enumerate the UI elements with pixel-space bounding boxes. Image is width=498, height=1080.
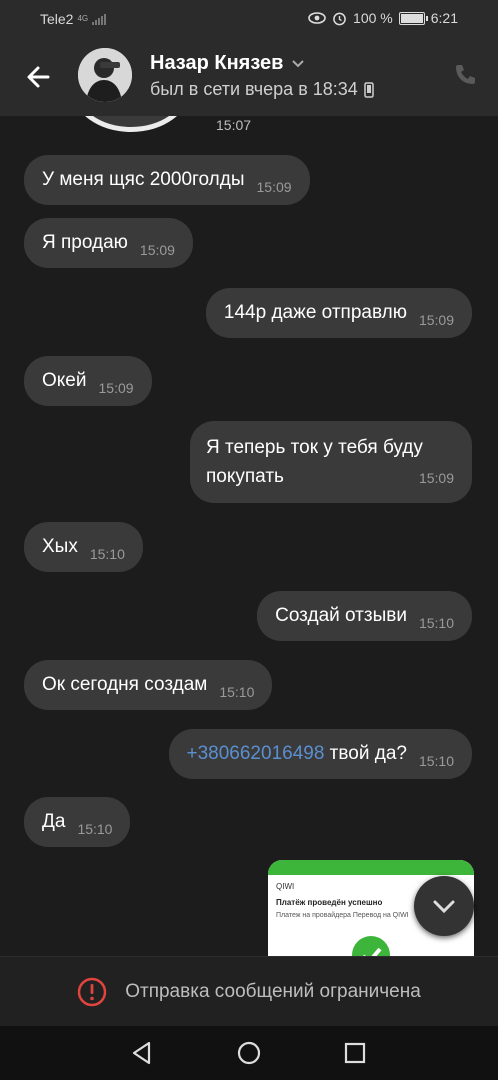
- preview-title: Платёж проведён успешно: [276, 898, 383, 907]
- message-time: 15:09: [98, 380, 134, 396]
- message-text: Создай отзыви: [275, 605, 407, 626]
- mobile-icon: [364, 81, 374, 98]
- battery-icon: [398, 11, 428, 25]
- scroll-down-button[interactable]: [414, 876, 474, 936]
- check-icon: [352, 936, 390, 956]
- message-text: Хых: [42, 536, 78, 557]
- system-nav-bar: [0, 1026, 498, 1080]
- message-time: 15:10: [418, 615, 454, 631]
- battery-percent: 100 %: [353, 10, 393, 26]
- signal-icon: [92, 13, 107, 25]
- preview-header-bar: [268, 860, 474, 875]
- preview-subtitle: Платеж на провайдера Перевод на QIWI: [276, 912, 409, 919]
- message-list[interactable]: 15:07 У меня щяс 2000голды 15:09 Я прода…: [0, 116, 498, 956]
- message-bubble-out[interactable]: Я теперь ток у тебя буду покупать 15:09: [190, 421, 472, 503]
- message-time: 15:09: [256, 179, 292, 195]
- sticker-image[interactable]: [72, 116, 190, 132]
- message-time: 15:10: [418, 753, 454, 769]
- status-right: 100 % 6:21: [308, 10, 458, 26]
- clock: 6:21: [430, 10, 458, 26]
- chevron-down-icon: [433, 900, 455, 914]
- nav-home-icon[interactable]: [235, 1039, 263, 1067]
- phone-icon[interactable]: [452, 62, 478, 88]
- status-bar: Tele2 4G 100 % 6:21: [0, 0, 498, 36]
- last-seen-row: был в сети вчера в 18:34: [150, 79, 374, 100]
- nav-back-icon[interactable]: [128, 1039, 156, 1067]
- message-text: У меня щяс 2000голды: [42, 169, 245, 190]
- message-bubble-in[interactable]: Ок сегодня создам 15:10: [24, 660, 273, 710]
- chat-header: Назар Князев был в сети вчера в 18:34: [0, 36, 498, 116]
- message-text: 144р даже отправлю: [223, 302, 407, 323]
- message-time: 15:09: [418, 470, 454, 486]
- chevron-down-icon[interactable]: [291, 59, 305, 69]
- message-bubble-in[interactable]: Хых 15:10: [24, 522, 143, 572]
- alarm-icon: [333, 12, 346, 25]
- message-text: Да: [42, 811, 66, 832]
- message-bubble-out[interactable]: Создай отзыви 15:10: [257, 591, 472, 641]
- preview-logo: QIWI: [276, 882, 295, 891]
- message-text: твой да?: [324, 743, 407, 764]
- message-text: Окей: [42, 370, 87, 391]
- contact-name[interactable]: Назар Князев: [150, 52, 283, 75]
- back-arrow-icon[interactable]: [22, 60, 56, 94]
- sticker-time: 15:07: [216, 117, 252, 133]
- network-type: 4G: [77, 14, 89, 23]
- message-bubble-out[interactable]: 144р даже отправлю 15:09: [205, 288, 472, 338]
- warning-icon: [77, 977, 107, 1006]
- messaging-restricted-bar: Отправка сообщений ограничена: [0, 956, 498, 1026]
- message-time: 15:10: [219, 684, 255, 700]
- message-time: 15:09: [139, 242, 175, 258]
- restriction-text: Отправка сообщений ограничена: [125, 980, 421, 1002]
- message-time: 15:10: [89, 546, 125, 562]
- carrier-name: Tele2: [40, 11, 74, 27]
- eye-icon: [308, 12, 326, 24]
- carrier-info: Tele2 4G: [40, 11, 107, 27]
- message-time: 15:09: [418, 312, 454, 328]
- message-bubble-in[interactable]: Окей 15:09: [24, 356, 152, 406]
- contact-name-row[interactable]: Назар Князев: [150, 52, 305, 75]
- message-bubble-in[interactable]: Я продаю 15:09: [24, 218, 193, 268]
- message-text: Я продаю: [42, 232, 128, 253]
- message-text: Ок сегодня создам: [42, 674, 208, 695]
- avatar[interactable]: [78, 48, 132, 102]
- message-bubble-in[interactable]: Да 15:10: [24, 797, 131, 847]
- message-time: 15:10: [77, 821, 113, 837]
- nav-recents-icon[interactable]: [341, 1039, 369, 1067]
- message-bubble-out[interactable]: +380662016498 твой да? 15:10: [168, 729, 472, 779]
- phone-link[interactable]: +380662016498: [187, 743, 325, 765]
- last-seen-text: был в сети вчера в 18:34: [150, 79, 358, 99]
- message-text-line: Я теперь ток у тебя буду: [206, 437, 423, 458]
- message-bubble-in[interactable]: У меня щяс 2000голды 15:09: [24, 155, 310, 205]
